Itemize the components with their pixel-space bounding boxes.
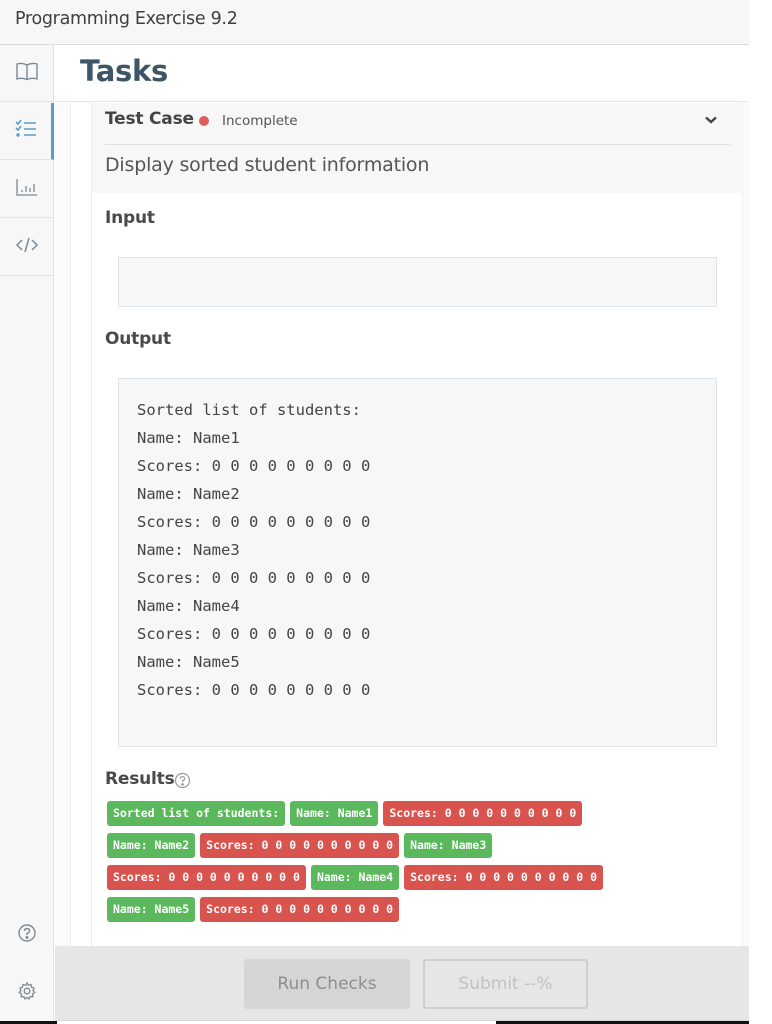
chevron-down-icon[interactable] [703, 112, 719, 128]
result-badge-fail: Scores: 0 0 0 0 0 0 0 0 0 0 [200, 897, 400, 922]
result-badge-pass: Name: Name5 [107, 897, 196, 922]
output-line: Name: Name4 [137, 597, 240, 615]
output-line: Scores: 0 0 0 0 0 0 0 0 0 [137, 513, 371, 531]
output-line: Scores: 0 0 0 0 0 0 0 0 0 [137, 681, 371, 699]
run-checks-button[interactable]: Run Checks [244, 959, 410, 1009]
test-case-label: Test Case [105, 109, 194, 129]
sidebar-item-code[interactable] [0, 219, 53, 276]
sidebar-item-instructions[interactable] [0, 45, 53, 102]
result-badge-fail: Scores: 0 0 0 0 0 0 0 0 0 0 [404, 865, 604, 890]
output-line: Name: Name5 [137, 653, 240, 671]
divider [105, 144, 730, 145]
help-button[interactable] [0, 920, 53, 950]
results-label: Results [105, 769, 175, 789]
title-bar: Programming Exercise 9.2 [0, 0, 749, 45]
output-label: Output [105, 329, 171, 349]
footer-bar: Run Checks Submit --% [55, 946, 749, 1021]
output-line: Name: Name1 [137, 429, 240, 447]
result-badge-pass: Name: Name4 [310, 865, 400, 890]
input-box [118, 257, 717, 307]
output-line: Scores: 0 0 0 0 0 0 0 0 0 [137, 457, 371, 475]
page-title: Tasks [80, 54, 168, 88]
result-badge-fail: Scores: 0 0 0 0 0 0 0 0 0 0 [200, 833, 400, 858]
submit-button[interactable]: Submit --% [423, 959, 588, 1009]
test-case-header[interactable]: Test Case Incomplete Display sorted stud… [92, 103, 743, 193]
output-line: Scores: 0 0 0 0 0 0 0 0 0 [137, 625, 371, 643]
result-badge-fail: Scores: 0 0 0 0 0 0 0 0 0 0 [383, 801, 583, 826]
book-icon [14, 58, 40, 88]
test-case-card: Test Case Incomplete Display sorted stud… [91, 103, 743, 946]
status-badge: Incomplete [222, 113, 298, 129]
task-list-gutter [55, 103, 71, 946]
result-badge-pass: Name: Name3 [404, 833, 493, 858]
main-header: Tasks [55, 46, 749, 102]
code-icon [14, 232, 40, 262]
status-dot [199, 116, 209, 126]
output-line: Scores: 0 0 0 0 0 0 0 0 0 [137, 569, 371, 587]
checklist-icon [13, 116, 39, 146]
bar-chart-icon [14, 174, 40, 204]
input-label: Input [105, 208, 155, 228]
result-badge-pass: Name: Name2 [107, 833, 196, 858]
result-badge-pass: Name: Name1 [290, 801, 379, 826]
scrollbar-track[interactable] [742, 103, 749, 946]
sidebar-item-tasks[interactable] [0, 103, 54, 160]
help-circle-icon [17, 923, 37, 947]
window-title: Programming Exercise 9.2 [15, 9, 238, 29]
gear-icon [17, 981, 37, 1005]
output-line: Name: Name2 [137, 485, 240, 503]
settings-button[interactable] [0, 978, 53, 1008]
result-badge-pass: Sorted list of students: [107, 801, 286, 826]
test-case-description: Display sorted student information [105, 154, 430, 176]
help-circle-icon[interactable] [174, 772, 191, 789]
output-line: Sorted list of students: [137, 401, 361, 419]
result-badge-fail: Scores: 0 0 0 0 0 0 0 0 0 0 [107, 865, 306, 890]
sidebar [0, 45, 54, 1024]
results-badges: Sorted list of students: Name: Name1 Sco… [107, 801, 667, 922]
output-box: Sorted list of students: Name: Name1 Sco… [118, 378, 717, 747]
output-line: Name: Name3 [137, 541, 240, 559]
sidebar-item-results[interactable] [0, 161, 53, 218]
